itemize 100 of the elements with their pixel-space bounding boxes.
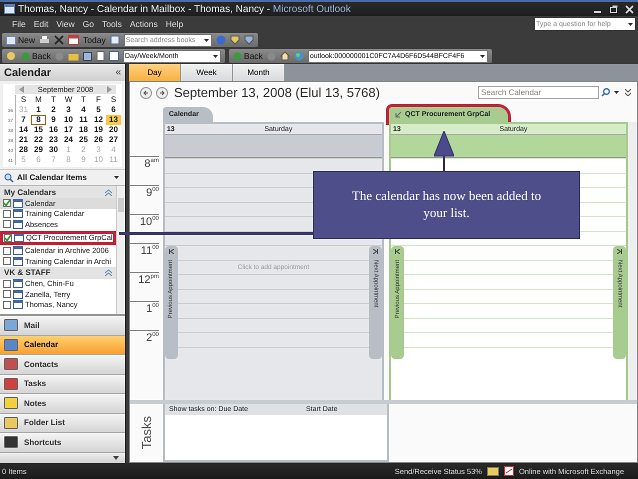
day-cell[interactable]: 7 (16, 115, 31, 125)
day-cell[interactable]: 27 (106, 135, 121, 145)
checkbox[interactable] (3, 290, 11, 298)
magnifier-icon (4, 172, 14, 182)
day-cell[interactable]: 6 (106, 105, 121, 115)
collapse-button[interactable]: « (115, 67, 121, 78)
menu-item[interactable]: Help (162, 19, 188, 29)
shield-icon[interactable] (244, 35, 254, 45)
back-button[interactable]: Back (232, 51, 263, 61)
caret-icon[interactable] (212, 54, 218, 58)
menu-item[interactable]: Edit (30, 19, 52, 29)
day-cell[interactable]: 4 (76, 105, 91, 115)
menu-item[interactable]: Actions (126, 19, 162, 29)
caret-icon[interactable] (628, 22, 633, 26)
home-icon[interactable] (280, 51, 290, 61)
checkbox[interactable] (3, 257, 11, 266)
search-field[interactable]: Search Calendar (478, 86, 599, 99)
group-header[interactable]: My Calendars (0, 186, 116, 198)
day-cell[interactable]: 9 (46, 115, 61, 125)
checkbox[interactable] (3, 220, 11, 228)
menu-item[interactable]: View (52, 19, 79, 29)
back-button[interactable]: Back (21, 51, 51, 61)
day-cell[interactable]: 28 (16, 145, 31, 155)
day-cell[interactable]: 24 (61, 135, 76, 145)
day-cell[interactable]: 15 (31, 125, 46, 135)
tasks-label: Tasks (138, 415, 155, 452)
group-header[interactable]: VK & STAFF (0, 266, 116, 278)
view-tab[interactable]: Month (233, 64, 285, 81)
day-cell[interactable]: 11 (76, 115, 91, 125)
navigation-button[interactable]: Tasks (0, 374, 125, 394)
day-cell[interactable]: 1 (31, 105, 46, 115)
configure-icon[interactable] (113, 456, 119, 460)
time-label: 1$^{00}$ (130, 301, 159, 330)
new-button[interactable]: New (6, 35, 36, 45)
navigation-button[interactable]: Folder List (0, 414, 125, 433)
day-cell[interactable]: 13 (106, 115, 121, 125)
day-cell[interactable]: 22 (31, 135, 46, 145)
day-cell[interactable]: 21 (16, 135, 31, 145)
scrollbar[interactable] (116, 186, 125, 314)
day-cell[interactable]: 17 (61, 125, 76, 135)
document-icon[interactable] (96, 51, 105, 61)
calendar-icon (13, 209, 23, 218)
navigation-button[interactable]: Shortcuts (0, 433, 125, 452)
weekday-label: S (110, 95, 118, 105)
menu-item[interactable]: File (8, 19, 30, 29)
folder-icon[interactable] (68, 52, 79, 60)
delete-icon[interactable] (54, 35, 64, 45)
all-day-area[interactable] (391, 135, 626, 158)
checkbox[interactable] (3, 199, 11, 208)
day-cell[interactable]: 26 (91, 135, 106, 145)
shield-icon[interactable] (230, 35, 240, 45)
skip-back-icon (395, 249, 400, 254)
day-cell[interactable]: 18 (76, 125, 91, 135)
day-cell[interactable]: 5 (91, 105, 106, 115)
navigation-button[interactable]: Mail (0, 316, 125, 336)
calendar-icon[interactable] (68, 35, 80, 45)
navigation-button[interactable]: Notes (0, 394, 125, 414)
module-icon (4, 378, 18, 390)
day-cell[interactable]: 10 (61, 115, 76, 125)
day-cell[interactable]: 29 (31, 145, 46, 155)
checkbox[interactable] (3, 246, 11, 255)
day-cell[interactable]: 25 (76, 135, 91, 145)
caret-icon[interactable] (204, 38, 209, 42)
globe-icon[interactable] (294, 51, 304, 61)
day-cell[interactable]: 3 (61, 105, 76, 115)
navigation-button[interactable]: Contacts (0, 355, 125, 374)
day-cell[interactable]: 12 (91, 115, 106, 125)
restore-icon[interactable] (609, 4, 618, 14)
view-tab[interactable]: Week (181, 64, 233, 81)
day-cell[interactable]: 8 (31, 115, 46, 125)
day-cell[interactable]: 16 (46, 125, 61, 135)
printer-icon[interactable] (39, 35, 50, 45)
arrow-icon[interactable] (395, 111, 402, 118)
collapse-chevron-icon[interactable] (105, 269, 112, 276)
checkbox[interactable] (3, 210, 11, 218)
day-cell[interactable]: 30 (46, 145, 61, 155)
view-tab[interactable]: Day (129, 64, 181, 81)
day-cell[interactable]: 20 (106, 125, 121, 135)
navigation-button[interactable]: Calendar (0, 336, 125, 355)
day-cell[interactable]: 23 (46, 135, 61, 145)
expand-icon[interactable] (625, 89, 631, 96)
today-button[interactable]: Today (83, 35, 106, 45)
module-icon (4, 358, 18, 370)
window-title: Thomas, Nancy - Calendar in Mailbox - Thomas, Nancy - Microsoft Outlook (18, 4, 352, 14)
search-icon[interactable] (601, 88, 610, 97)
day-cell[interactable]: 2 (46, 105, 61, 115)
close-icon[interactable] (625, 4, 634, 14)
scrollbar[interactable] (628, 122, 638, 400)
calendar-icon (13, 256, 23, 266)
day-cell[interactable]: 14 (16, 125, 31, 135)
checkbox[interactable] (3, 300, 11, 309)
collapse-chevron-icon[interactable] (105, 188, 112, 196)
day-cell[interactable]: 19 (91, 125, 106, 135)
pane-title: Calendar (4, 66, 52, 78)
menu-item[interactable]: Tools (98, 19, 126, 29)
checkbox[interactable] (3, 280, 11, 288)
caret-icon[interactable] (614, 91, 619, 94)
menu-item[interactable]: Go (78, 19, 98, 29)
checkbox[interactable] (4, 234, 12, 242)
caret-icon[interactable] (480, 54, 485, 58)
